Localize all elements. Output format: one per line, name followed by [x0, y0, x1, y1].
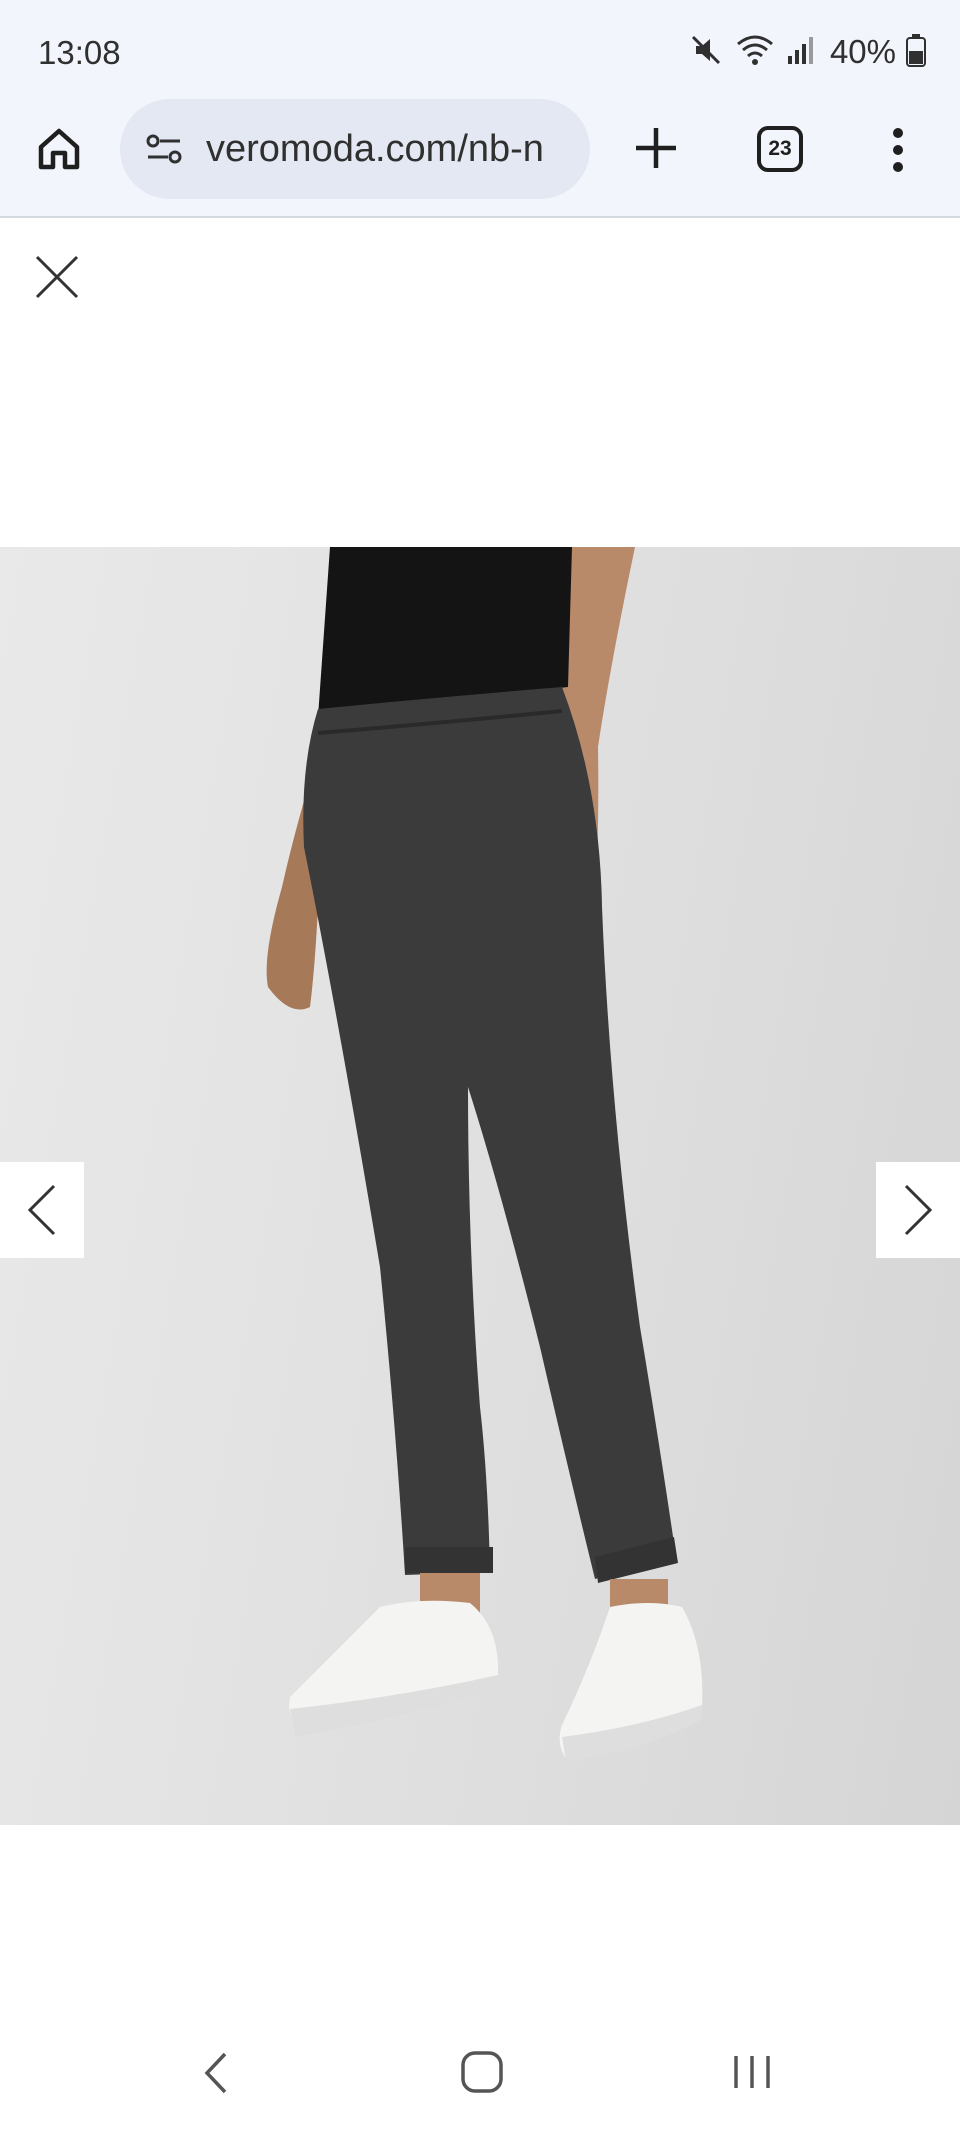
signal-icon [786, 32, 816, 73]
more-menu-icon [893, 128, 903, 172]
status-time: 13:08 [38, 34, 121, 71]
back-icon [204, 2052, 227, 2094]
previous-image-button[interactable] [0, 1162, 84, 1258]
tab-count: 23 [768, 137, 792, 160]
site-settings-icon[interactable] [142, 127, 186, 171]
system-recents-button[interactable] [730, 2048, 774, 2096]
next-image-button[interactable] [876, 1162, 960, 1258]
new-tab-button[interactable] [628, 120, 684, 176]
system-nav-bar [0, 2010, 960, 2133]
status-icons: 40% [688, 30, 926, 74]
browser-toolbar: veromoda.com/nb-n 23 [0, 99, 960, 218]
close-gallery-button[interactable] [30, 250, 84, 304]
mute-icon [688, 32, 724, 73]
chevron-right-icon [904, 1184, 933, 1236]
url-text[interactable]: veromoda.com/nb-n [206, 128, 576, 171]
status-bar: 13:08 40% [0, 0, 960, 100]
wifi-icon [734, 32, 776, 73]
new-tab-icon [636, 128, 676, 168]
battery-icon [906, 33, 926, 72]
product-photo [0, 547, 960, 1825]
chevron-left-icon [27, 1184, 56, 1236]
battery-percent: 40% [829, 33, 896, 70]
recents-icon [734, 2056, 770, 2088]
address-bar[interactable]: veromoda.com/nb-n [120, 99, 590, 199]
home-button[interactable] [30, 120, 88, 178]
more-menu-button[interactable] [876, 120, 920, 180]
close-icon [35, 255, 79, 299]
home-icon [38, 128, 80, 170]
system-back-button[interactable] [196, 2048, 236, 2098]
tab-switcher-button[interactable]: 23 [757, 126, 803, 172]
system-home-button[interactable] [458, 2048, 506, 2096]
home-icon [461, 2051, 503, 2093]
